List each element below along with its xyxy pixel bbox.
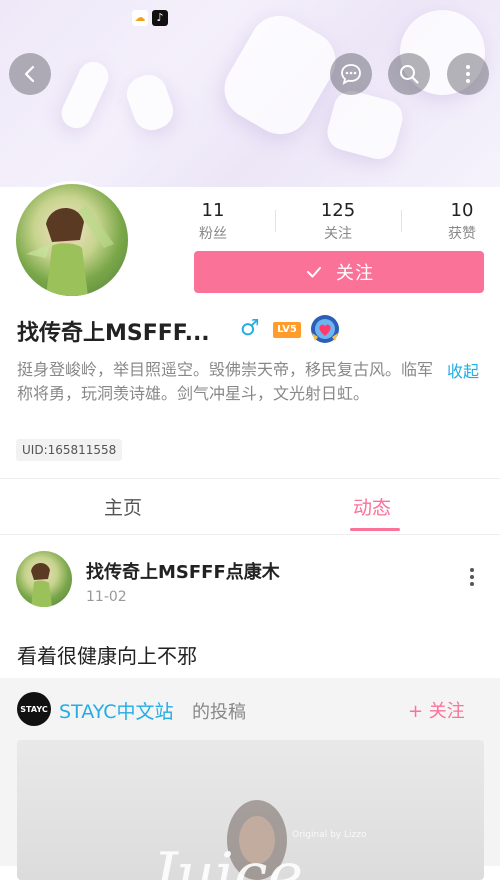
male-gender-icon: ♂	[240, 316, 260, 341]
repost-follow-button[interactable]: + 关注	[408, 697, 465, 723]
back-icon	[24, 65, 35, 83]
profile-tabs: 主页 动态	[0, 478, 500, 535]
collapse-bio-button[interactable]: 收起	[447, 358, 479, 382]
stat-following[interactable]: 125 关注	[303, 200, 373, 243]
chat-icon	[341, 64, 361, 85]
back-button[interactable]	[9, 53, 51, 95]
banner-decoration	[121, 69, 179, 136]
tab-home[interactable]: 主页	[104, 493, 142, 520]
tiktok-icon: ♪	[152, 10, 168, 26]
stat-following-label: 关注	[324, 226, 352, 242]
post-text: 看着很健康向上不邪	[17, 644, 197, 668]
post-author-name[interactable]: 找传奇上MSFFF点康木	[86, 558, 280, 584]
banner-decoration	[56, 56, 114, 134]
level-badge: LV5	[273, 322, 301, 338]
stat-likes-count: 10	[450, 200, 474, 221]
status-bar: ☁ ♪	[0, 6, 500, 28]
stat-divider	[401, 210, 402, 232]
medal-icon[interactable]	[309, 313, 341, 345]
stat-likes-label: 获赞	[448, 226, 476, 242]
stat-fans-count: 11	[201, 200, 225, 221]
post-author-avatar[interactable]	[16, 551, 72, 607]
thumbnail-title: Juice	[152, 840, 303, 880]
profile-name: 找传奇上MSFFF...	[17, 321, 210, 346]
weather-icon: ☁	[132, 10, 148, 26]
profile-bio: 挺身登峻岭，举目照遥空。毁佛崇天帝，移民复古风。临军称将勇，玩洞羡诗雄。剑气冲星…	[17, 360, 434, 403]
stat-fans[interactable]: 11 粉丝	[178, 200, 248, 243]
search-icon	[400, 65, 419, 84]
repost-source-suffix: 的投稿	[192, 702, 246, 723]
search-button[interactable]	[388, 53, 430, 95]
repost-source-avatar[interactable]: STAYC	[17, 692, 51, 726]
stat-following-count: 125	[320, 200, 356, 221]
thumbnail-watermark: Original by Lizzo	[292, 830, 367, 840]
follow-button[interactable]: 关注	[194, 251, 484, 293]
chat-button[interactable]	[330, 53, 372, 95]
avatar-artwork	[31, 562, 52, 607]
tab-active-indicator	[350, 528, 400, 531]
profile-banner: ☁ ♪	[0, 0, 500, 187]
follow-button-label: 关注	[336, 263, 374, 284]
post-more-icon[interactable]	[466, 566, 478, 588]
tab-dynamics[interactable]: 动态	[353, 493, 391, 520]
check-icon	[307, 267, 321, 278]
repost-card[interactable]: STAYC STAYC中文站 的投稿 + 关注 Original by Lizz…	[0, 678, 500, 880]
more-icon	[466, 65, 470, 83]
profile-avatar[interactable]	[13, 181, 131, 299]
post-date: 11-02	[86, 589, 127, 605]
stat-fans-label: 粉丝	[199, 226, 227, 242]
uid-badge[interactable]: UID:165811558	[16, 439, 123, 461]
stat-divider	[275, 210, 276, 232]
avatar-artwork	[26, 204, 114, 296]
repost-video-thumbnail[interactable]: Original by Lizzo Juice	[17, 740, 484, 880]
stat-likes: 10 获赞	[427, 200, 497, 243]
more-button[interactable]	[447, 53, 489, 95]
banner-decoration	[323, 86, 407, 164]
repost-source-name[interactable]: STAYC中文站	[59, 697, 174, 724]
